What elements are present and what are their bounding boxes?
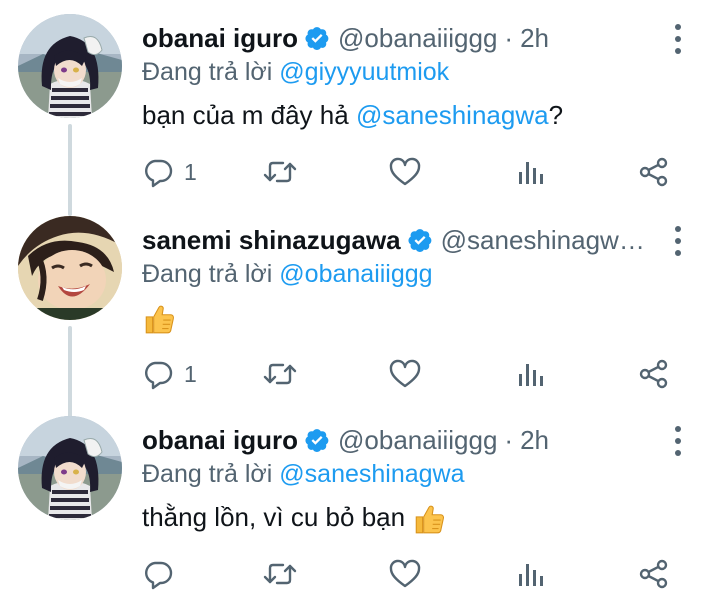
tweet-header: obanai iguro @obanaiiiggg · 2h <box>142 18 670 58</box>
retweet-icon <box>263 563 297 585</box>
tweet[interactable]: obanai iguro @obanaiiiggg · 2h Đang trả … <box>0 0 720 200</box>
tweet-text-part: ? <box>548 100 564 130</box>
replying-to: Đang trả lời @saneshinagwa <box>142 460 465 489</box>
username[interactable]: @obanaiiiggg <box>338 23 497 54</box>
tweet[interactable]: sanemi shinazugawa @saneshinagw… Đang tr… <box>0 202 720 402</box>
like-button[interactable] <box>388 354 422 394</box>
share-icon <box>639 359 668 389</box>
retweet-icon <box>263 363 297 385</box>
reply-icon <box>145 159 173 188</box>
obanai-avatar-icon <box>18 14 122 118</box>
avatar[interactable] <box>18 216 122 320</box>
tweet-text: thằng lồn, vì cu bỏ bạn <box>142 502 446 536</box>
reply-count: 1 <box>184 360 197 387</box>
replying-to: Đang trả lời @giyyyuutmiok <box>142 58 449 87</box>
mention-link[interactable]: @saneshinagwa <box>356 100 549 130</box>
replying-prefix: Đang trả lời <box>142 460 273 488</box>
username[interactable]: @obanaiiiggg <box>338 425 497 456</box>
reply-button[interactable]: 1 <box>142 354 197 394</box>
tweet[interactable]: obanai iguro @obanaiiiggg · 2h Đang trả … <box>0 402 720 602</box>
analytics-icon <box>519 364 543 386</box>
separator: · <box>504 22 514 53</box>
reply-icon <box>145 561 173 590</box>
retweet-button[interactable] <box>262 554 298 594</box>
avatar[interactable] <box>18 14 122 118</box>
separator: · <box>504 424 514 455</box>
replying-mention-link[interactable]: @saneshinagwa <box>279 460 464 488</box>
replying-mention-link[interactable]: @giyyyuutmiok <box>279 58 449 86</box>
retweet-icon <box>263 161 297 183</box>
more-options-icon[interactable] <box>672 226 684 256</box>
more-options-icon[interactable] <box>672 24 684 54</box>
thumbs-up-icon <box>412 502 446 536</box>
avatar[interactable] <box>18 416 122 520</box>
timestamp[interactable]: 2h <box>520 23 549 54</box>
tweet-text <box>142 302 176 336</box>
display-name[interactable]: obanai iguro <box>142 23 298 54</box>
share-icon <box>639 559 668 589</box>
display-name[interactable]: sanemi shinazugawa <box>142 225 401 256</box>
share-button[interactable] <box>638 554 670 594</box>
share-button[interactable] <box>638 354 670 394</box>
more-options-icon[interactable] <box>672 426 684 456</box>
reply-count: 1 <box>184 158 197 185</box>
replying-mention-link[interactable]: @obanaiiiggg <box>279 260 432 288</box>
display-name[interactable]: obanai iguro <box>142 425 298 456</box>
thumbs-up-icon <box>142 302 176 336</box>
share-button[interactable] <box>638 152 670 192</box>
action-bar <box>142 554 682 594</box>
username[interactable]: @saneshinagw… <box>441 225 645 256</box>
analytics-icon <box>519 564 543 586</box>
replying-prefix: Đang trả lời <box>142 58 273 86</box>
timestamp[interactable]: 2h <box>520 425 549 456</box>
analytics-button[interactable] <box>516 554 546 594</box>
like-button[interactable] <box>388 554 422 594</box>
reply-button[interactable]: 1 <box>142 152 197 192</box>
replying-to: Đang trả lời @obanaiiiggg <box>142 260 433 289</box>
verified-badge-icon <box>304 427 330 453</box>
tweet-text: bạn của m đây hả @saneshinagwa? <box>142 100 563 131</box>
like-icon <box>389 559 421 588</box>
verified-badge-icon <box>407 227 433 253</box>
tweet-text-part: bạn của m đây hả <box>142 100 349 130</box>
action-bar: 1 <box>142 354 682 394</box>
sanemi-avatar-icon <box>18 216 122 320</box>
like-icon <box>389 157 421 186</box>
tweet-header: sanemi shinazugawa @saneshinagw… <box>142 220 670 260</box>
like-button[interactable] <box>388 152 422 192</box>
replying-prefix: Đang trả lời <box>142 260 273 288</box>
obanai-avatar-icon <box>18 416 122 520</box>
retweet-button[interactable] <box>262 152 298 192</box>
tweet-text-part: thằng lồn, vì cu bỏ bạn <box>142 502 406 532</box>
tweet-header: obanai iguro @obanaiiiggg · 2h <box>142 420 670 460</box>
retweet-button[interactable] <box>262 354 298 394</box>
verified-badge-icon <box>304 25 330 51</box>
analytics-button[interactable] <box>516 152 546 192</box>
share-icon <box>639 157 668 187</box>
reply-icon <box>145 361 173 390</box>
action-bar: 1 <box>142 152 682 192</box>
analytics-button[interactable] <box>516 354 546 394</box>
like-icon <box>389 359 421 388</box>
analytics-icon <box>519 162 543 184</box>
reply-button[interactable] <box>142 554 184 594</box>
